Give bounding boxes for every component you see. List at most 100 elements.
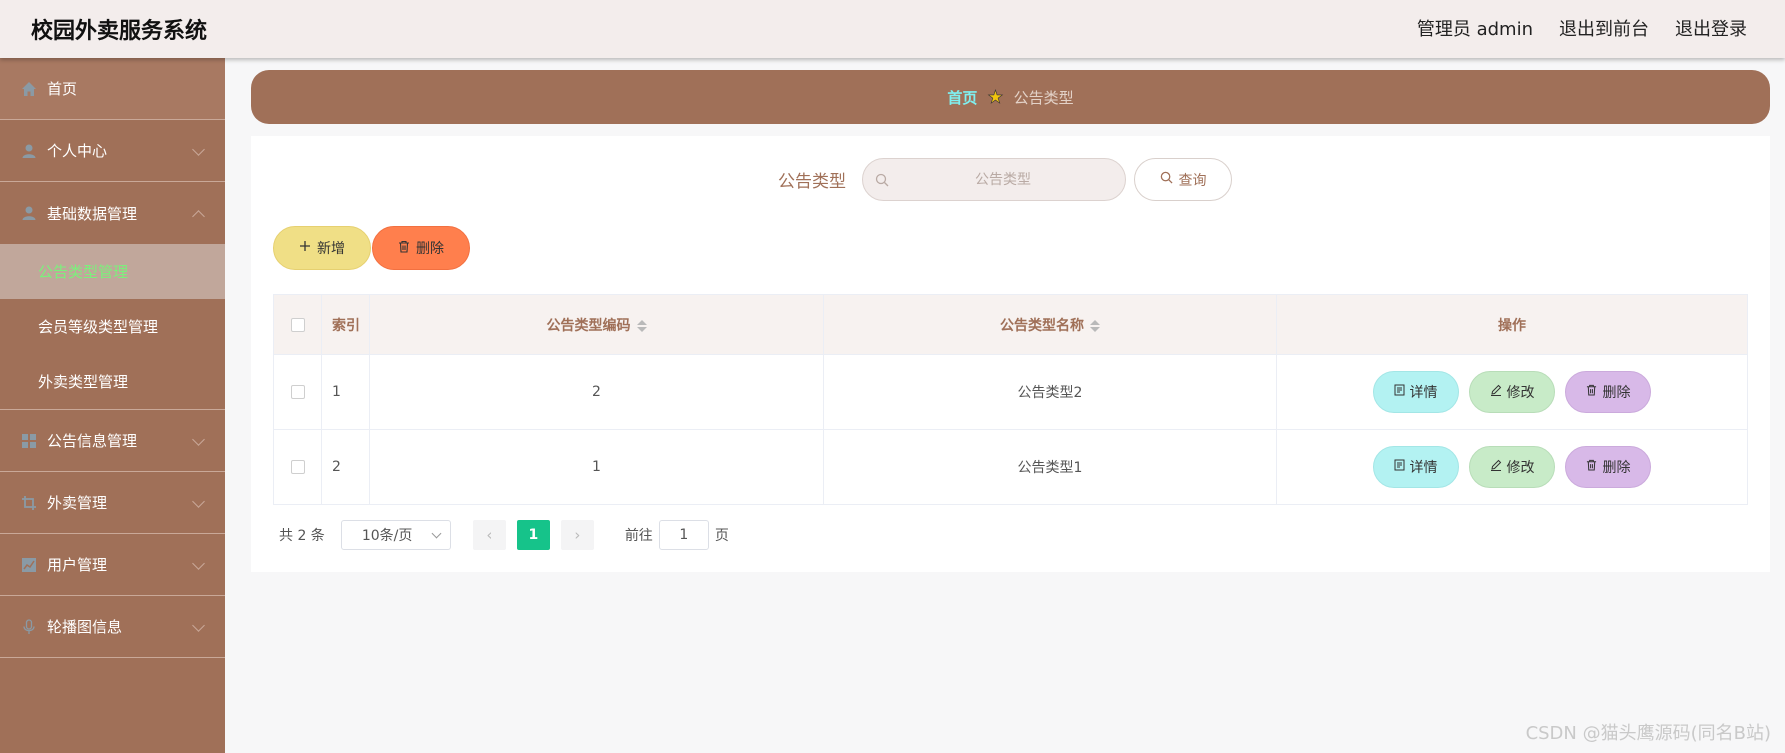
chevron-up-icon	[192, 210, 205, 223]
delete-row-button-label: 删除	[1602, 385, 1631, 401]
chevron-down-icon	[192, 494, 205, 508]
column-header-code-label: 公告类型编码	[546, 317, 631, 334]
data-table: 索引 公告类型编码 公告类型名称 操作 1 2 公告类型2 详情 修改 删除 2…	[273, 294, 1748, 505]
search-icon	[1160, 171, 1173, 188]
cell-index: 1	[321, 354, 370, 430]
sidebar-item-home[interactable]: 首页	[0, 58, 225, 120]
sidebar-item-label: 外卖管理	[47, 494, 108, 512]
query-button-label: 查询	[1178, 172, 1207, 189]
edit-button[interactable]: 修改	[1469, 371, 1555, 413]
user-icon	[21, 205, 37, 221]
detail-button[interactable]: 详情	[1372, 371, 1459, 413]
edit-button[interactable]: 修改	[1469, 446, 1555, 488]
sidebar-item-label: 首页	[47, 80, 78, 98]
sidebar-item-notice[interactable]: 公告信息管理	[0, 410, 225, 472]
next-page-button[interactable]: ›	[560, 520, 594, 550]
table-row: 1 2 公告类型2 详情 修改 删除	[273, 354, 1748, 430]
sidebar-item-label: 公告信息管理	[47, 432, 138, 450]
delete-button-label: 删除	[416, 241, 444, 257]
total-count: 共 2 条	[279, 528, 325, 544]
top-bar: 校园外卖服务系统 管理员 admin 退出到前台 退出登录	[0, 0, 1785, 58]
chart-icon	[21, 557, 37, 573]
batch-delete-button[interactable]: 删除	[372, 226, 470, 270]
prev-page-button[interactable]: ‹	[472, 520, 506, 550]
sort-icon[interactable]	[1090, 319, 1100, 332]
cell-name: 公告类型1	[823, 429, 1277, 505]
top-links: 管理员 admin 退出到前台 退出登录	[1417, 15, 1747, 41]
column-header-ops: 操作	[1276, 294, 1748, 355]
table-header-row: 索引 公告类型编码 公告类型名称 操作	[273, 294, 1748, 355]
column-header-name[interactable]: 公告类型名称	[823, 294, 1277, 355]
sidebar-item-label: 个人中心	[47, 142, 108, 160]
exit-to-front-link[interactable]: 退出到前台	[1559, 15, 1649, 41]
chevron-down-icon	[192, 556, 205, 570]
sidebar-subitem-takeout-type[interactable]: 外卖类型管理	[0, 354, 225, 409]
breadcrumb-home[interactable]: 首页	[947, 87, 977, 108]
home-icon	[21, 81, 37, 97]
goto-prefix: 前往	[624, 528, 653, 544]
logout-link[interactable]: 退出登录	[1675, 15, 1747, 41]
column-header-code[interactable]: 公告类型编码	[369, 294, 824, 355]
page-number-current[interactable]: 1	[516, 520, 550, 550]
star-icon: ★	[987, 86, 1004, 108]
search-input[interactable]	[893, 159, 1113, 200]
trash-icon	[1586, 459, 1597, 475]
watermark: CSDN @猫头鹰源码(同名B站)	[1525, 723, 1771, 744]
search-label: 公告类型	[778, 172, 846, 192]
admin-user-link[interactable]: 管理员 admin	[1417, 15, 1533, 41]
sidebar-subitem-notice-type[interactable]: 公告类型管理	[0, 244, 225, 299]
detail-button-label: 详情	[1409, 460, 1438, 476]
cell-code: 1	[369, 429, 824, 505]
select-all-checkbox[interactable]	[290, 317, 305, 332]
cell-index: 2	[321, 429, 370, 505]
sidebar-item-label: 轮播图信息	[47, 618, 123, 636]
delete-row-button[interactable]: 删除	[1565, 371, 1652, 413]
add-button[interactable]: 新增	[273, 226, 371, 270]
breadcrumb: 首页 ★ 公告类型	[251, 70, 1770, 124]
goto-page-input[interactable]	[658, 520, 709, 550]
page-size-value: 10条/页	[361, 528, 413, 544]
grid-icon	[21, 433, 37, 449]
delete-row-button-label: 删除	[1602, 460, 1631, 476]
document-icon	[1394, 384, 1405, 400]
sort-icon[interactable]	[636, 319, 647, 332]
main-panel: 公告类型 查询 新增 删除 索引 公告类型编码 公告类型名称 操作	[251, 136, 1770, 572]
breadcrumb-current: 公告类型	[1013, 88, 1074, 107]
sidebar-subitem-member-level[interactable]: 会员等级类型管理	[0, 299, 225, 354]
goto-suffix: 页	[714, 528, 729, 544]
detail-button[interactable]: 详情	[1372, 446, 1459, 488]
row-checkbox[interactable]	[290, 460, 305, 474]
plus-icon	[299, 240, 311, 256]
sidebar-item-personal[interactable]: 个人中心	[0, 120, 225, 182]
delete-row-button[interactable]: 删除	[1565, 446, 1652, 488]
sidebar-item-label: 用户管理	[47, 556, 108, 574]
cell-code: 2	[369, 354, 824, 430]
sidebar-group-basic: 基础数据管理 公告类型管理 会员等级类型管理 外卖类型管理	[0, 182, 225, 410]
pencil-icon	[1490, 459, 1502, 475]
pagination: 共 2 条 10条/页 ‹ 1 › 前往 页	[279, 520, 729, 550]
sidebar-item-basic[interactable]: 基础数据管理	[0, 182, 225, 244]
trash-icon	[1586, 384, 1597, 400]
query-button[interactable]: 查询	[1134, 158, 1232, 201]
crop-icon	[21, 495, 37, 511]
sidebar: 首页 个人中心 基础数据管理 公告类型管理 会员等级类型管理 外卖类型管理 公告…	[0, 58, 225, 753]
cell-name: 公告类型2	[823, 354, 1277, 430]
sidebar-item-carousel[interactable]: 轮播图信息	[0, 596, 225, 658]
sidebar-item-takeout[interactable]: 外卖管理	[0, 472, 225, 534]
chevron-down-icon	[192, 618, 205, 632]
user-icon	[21, 143, 37, 159]
goto-page: 前往 页	[625, 520, 729, 550]
row-checkbox[interactable]	[290, 385, 305, 399]
row-select-cell	[273, 354, 322, 430]
sidebar-item-label: 基础数据管理	[47, 204, 138, 223]
sidebar-item-users[interactable]: 用户管理	[0, 534, 225, 596]
trash-icon	[398, 240, 410, 257]
pencil-icon	[1490, 384, 1502, 400]
detail-button-label: 详情	[1409, 385, 1438, 401]
page-size-select[interactable]: 10条/页	[340, 520, 451, 550]
search-icon	[875, 172, 889, 191]
edit-button-label: 修改	[1506, 460, 1535, 476]
search-box	[862, 158, 1126, 201]
microphone-icon	[21, 618, 37, 635]
cell-ops: 详情 修改 删除	[1276, 354, 1748, 430]
